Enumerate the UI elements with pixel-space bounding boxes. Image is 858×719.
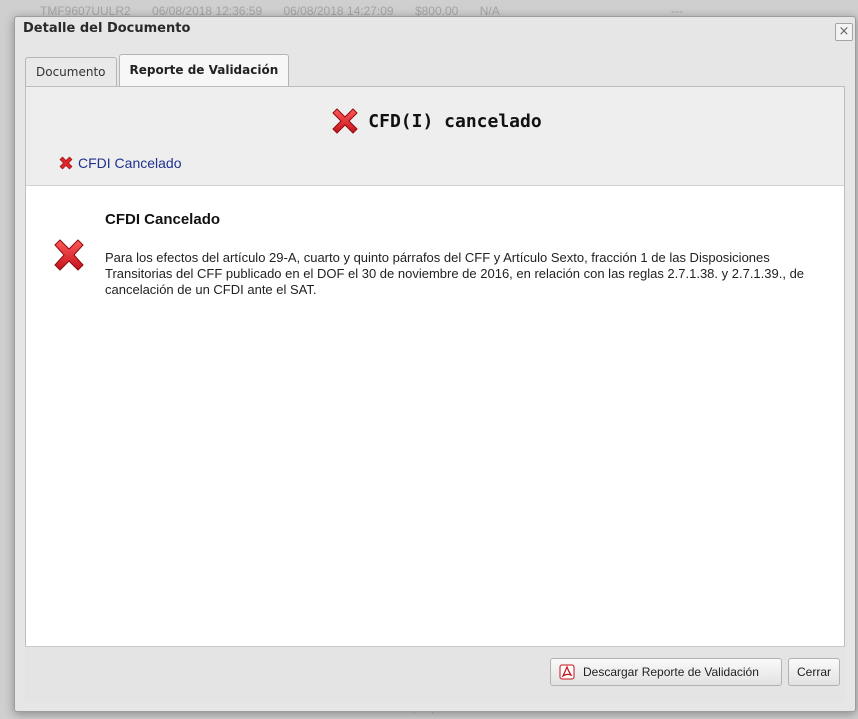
document-detail-dialog: Detalle del Documento × Documento Report… xyxy=(14,16,856,712)
red-x-icon xyxy=(59,156,73,170)
status-header: CFD(I) cancelado CFDI Cancelado xyxy=(26,87,844,186)
validation-report-panel: CFD(I) cancelado CFDI Cancelado CFDI Can… xyxy=(25,86,845,647)
close-icon[interactable]: × xyxy=(835,23,853,41)
detail-description: Para los efectos del artículo 29-A, cuar… xyxy=(105,250,805,297)
status-title: CFD(I) cancelado xyxy=(26,104,844,138)
status-link-label: CFDI Cancelado xyxy=(78,155,182,171)
download-report-button[interactable]: Descargar Reporte de Validación xyxy=(550,658,782,686)
tab-documento[interactable]: Documento xyxy=(25,57,117,86)
tab-bar: Documento Reporte de Validación xyxy=(25,54,291,86)
red-x-icon xyxy=(54,239,84,271)
dialog-title: Detalle del Documento xyxy=(23,21,191,36)
close-button[interactable]: Cerrar xyxy=(788,658,840,686)
status-link[interactable]: CFDI Cancelado xyxy=(58,155,182,171)
download-report-label: Descargar Reporte de Validación xyxy=(583,665,759,679)
red-x-icon xyxy=(332,108,359,134)
dialog-footer: Descargar Reporte de Validación Cerrar xyxy=(25,646,845,702)
status-title-text: CFD(I) cancelado xyxy=(368,110,542,132)
detail-title: CFDI Cancelado xyxy=(105,211,221,228)
pdf-icon xyxy=(559,664,575,680)
tab-reporte-validacion[interactable]: Reporte de Validación xyxy=(118,54,290,86)
